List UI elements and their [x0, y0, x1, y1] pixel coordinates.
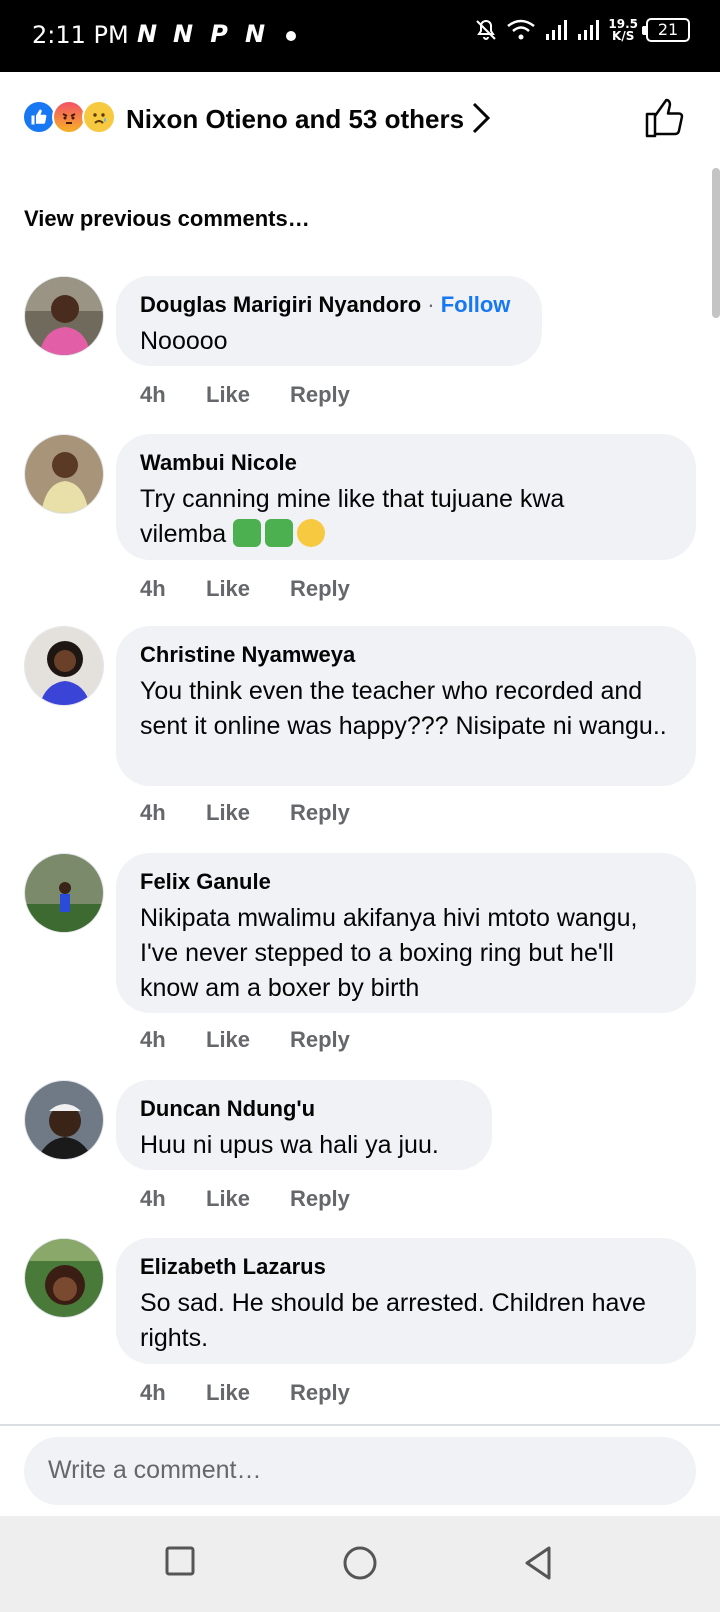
reactions-bar[interactable]: Nixon Otieno and 53 others — [0, 72, 720, 168]
comment-author: Christine Nyamweya — [140, 642, 672, 668]
comment-bubble: Duncan Ndung'u Huu ni upus wa hali ya ju… — [116, 1080, 492, 1170]
reply-button[interactable]: Reply — [290, 800, 350, 826]
comment-time: 4h — [140, 382, 166, 407]
avatar[interactable] — [24, 1080, 104, 1160]
comment-bubble: Elizabeth Lazarus So sad. He should be a… — [116, 1238, 696, 1364]
comment-actions: 4h Like Reply — [140, 800, 350, 826]
sad-icon — [82, 100, 116, 134]
notification-icon: N — [136, 20, 158, 48]
reply-button[interactable]: Reply — [290, 1186, 350, 1212]
like-button[interactable]: Like — [206, 1380, 290, 1406]
comment-time: 4h — [140, 1027, 166, 1052]
like-button[interactable]: Like — [206, 1027, 290, 1053]
comment-text: You think even the teacher who recorded … — [140, 677, 667, 740]
reaction-icons — [22, 100, 116, 134]
comment-input[interactable]: Write a comment… — [24, 1437, 696, 1505]
reactions-summary[interactable]: Nixon Otieno and 53 others — [126, 104, 464, 135]
notification-icon: N — [244, 20, 266, 48]
comment-text: Nooooo — [140, 327, 228, 355]
author-name[interactable]: Wambui Nicole — [140, 450, 297, 475]
like-button[interactable]: Like — [206, 382, 290, 408]
comment-input-placeholder: Write a comment… — [48, 1456, 262, 1484]
follow-separator: · — [427, 292, 435, 317]
home-circle-icon[interactable] — [342, 1545, 378, 1581]
status-bar: 2:11 PM N N P N 19.5 K/S 21 — [0, 0, 720, 72]
view-previous-comments-link[interactable]: View previous comments… — [24, 206, 310, 232]
avatar[interactable] — [24, 626, 104, 706]
battery-icon: 21 — [642, 18, 690, 42]
comment-bubble: Douglas Marigiri Nyandoro · Follow Noooo… — [116, 276, 542, 366]
author-name[interactable]: Felix Ganule — [140, 869, 271, 894]
avatar[interactable] — [24, 434, 104, 514]
author-name[interactable]: Christine Nyamweya — [140, 642, 355, 667]
avatar[interactable] — [24, 1238, 104, 1318]
litter-bin-emoji-icon — [265, 519, 294, 547]
sad-face-emoji-icon — [297, 519, 326, 547]
like-icon — [22, 100, 56, 134]
author-name[interactable]: Douglas Marigiri Nyandoro — [140, 292, 421, 317]
like-button[interactable]: Like — [206, 576, 290, 602]
avatar[interactable] — [24, 853, 104, 933]
comment-author: Felix Ganule — [140, 869, 672, 895]
comment-time: 4h — [140, 1186, 166, 1211]
comment-actions: 4h Like Reply — [140, 1027, 350, 1053]
like-button[interactable]: Like — [206, 1186, 290, 1212]
notification-icons: N N P N — [133, 20, 269, 48]
litter-bin-emoji-icon — [233, 519, 262, 547]
avatar[interactable] — [24, 276, 104, 356]
reply-button[interactable]: Reply — [290, 1380, 350, 1406]
status-right: 19.5 K/S 21 — [474, 18, 690, 42]
comment-text: Nikipata mwalimu akifanya hivi mtoto wan… — [140, 904, 638, 1002]
like-button[interactable]: Like — [206, 800, 290, 826]
notification-icon: P — [210, 20, 228, 48]
comment-text: Try canning mine like that tujuane kwa v… — [140, 482, 672, 552]
system-nav-bar — [0, 1516, 720, 1612]
network-speed-unit: K/S — [612, 29, 635, 43]
wifi-icon — [507, 19, 536, 40]
reply-button[interactable]: Reply — [290, 1027, 350, 1053]
composer-divider — [0, 1424, 720, 1426]
scrollbar[interactable] — [712, 168, 720, 318]
follow-button[interactable]: Follow — [441, 292, 511, 317]
chevron-right-icon[interactable] — [470, 100, 492, 136]
author-name[interactable]: Duncan Ndung'u — [140, 1096, 315, 1121]
author-name[interactable]: Elizabeth Lazarus — [140, 1254, 326, 1279]
comment-time: 4h — [140, 1380, 166, 1405]
back-triangle-icon[interactable] — [522, 1545, 554, 1581]
comment-actions: 4h Like Reply — [140, 576, 350, 602]
reply-button[interactable]: Reply — [290, 576, 350, 602]
comment-text: Huu ni upus wa hali ya juu. — [140, 1131, 439, 1159]
status-time: 2:11 PM — [32, 21, 129, 49]
comment-actions: 4h Like Reply — [140, 1186, 350, 1212]
comment-author: Wambui Nicole — [140, 450, 672, 476]
angry-icon — [52, 100, 86, 134]
comment-author: Douglas Marigiri Nyandoro · Follow — [140, 292, 518, 318]
comment-time: 4h — [140, 576, 166, 601]
comment-author: Elizabeth Lazarus — [140, 1254, 672, 1280]
comment-bubble: Christine Nyamweya You think even the te… — [116, 626, 696, 786]
comment-actions: 4h Like Reply — [140, 1380, 350, 1406]
more-notifications-dot-icon — [286, 31, 296, 41]
like-outline-icon[interactable] — [644, 96, 688, 140]
comment-text-line: vilemba — [140, 520, 227, 548]
comment-bubble: Felix Ganule Nikipata mwalimu akifanya h… — [116, 853, 696, 1013]
recents-square-icon[interactable] — [164, 1545, 196, 1577]
comment-bubble: Wambui Nicole Try canning mine like that… — [116, 434, 696, 560]
signal-icon — [578, 20, 600, 40]
comment-actions: 4h Like Reply — [140, 382, 350, 408]
comment-time: 4h — [140, 800, 166, 825]
network-speed: 19.5 K/S — [608, 18, 638, 42]
comment-author: Duncan Ndung'u — [140, 1096, 468, 1122]
reply-button[interactable]: Reply — [290, 382, 350, 408]
notification-icon: N — [172, 20, 194, 48]
comment-text-line: Try canning mine like that tujuane kwa — [140, 485, 565, 513]
signal-icon — [546, 20, 568, 40]
comment-text: So sad. He should be arrested. Children … — [140, 1289, 646, 1352]
mute-bell-icon — [476, 19, 497, 40]
